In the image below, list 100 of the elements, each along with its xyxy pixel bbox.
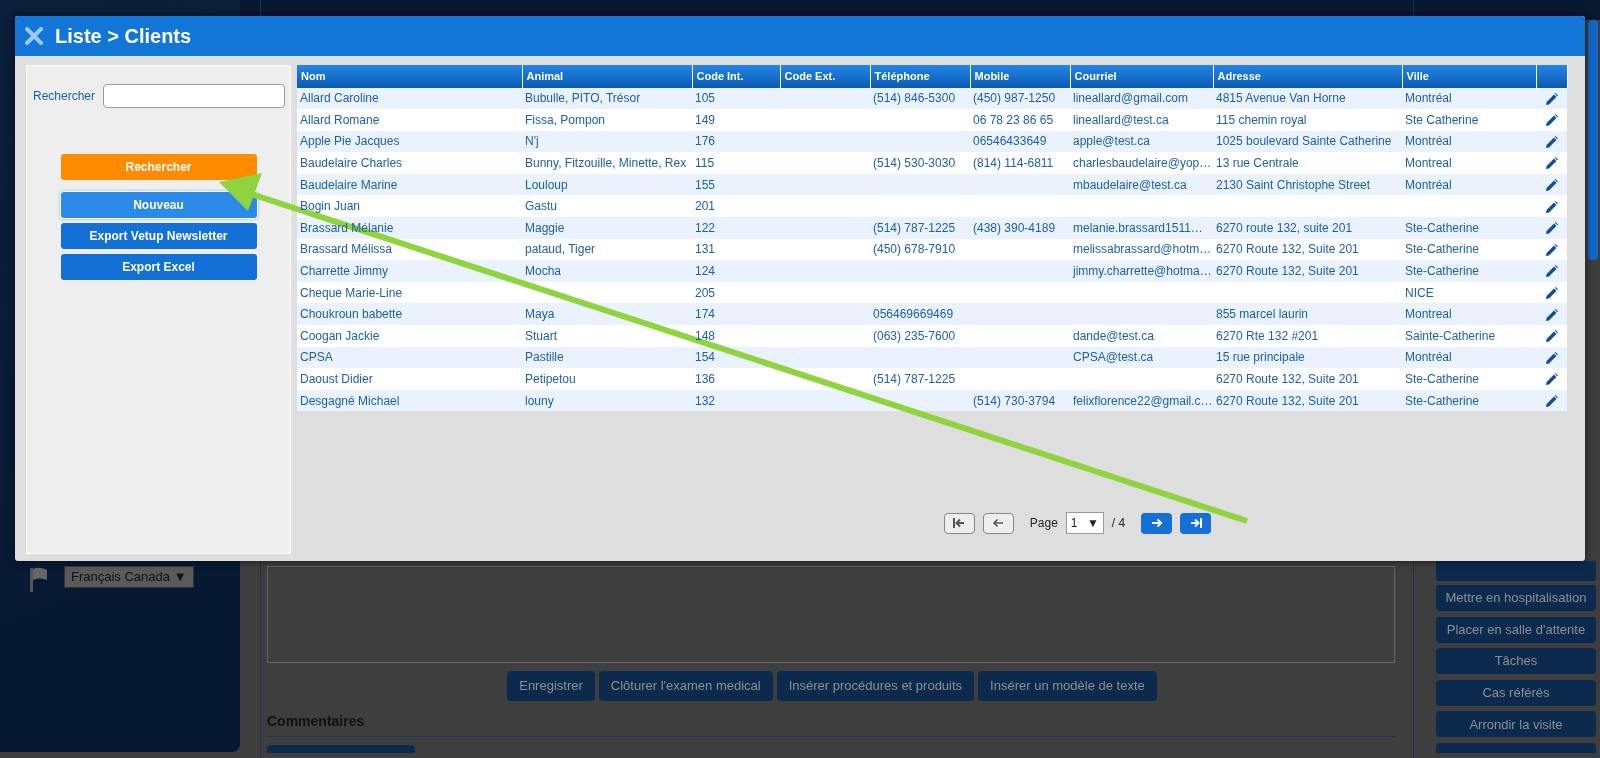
next-page-button[interactable] [1141,512,1173,534]
column-header[interactable]: Ville [1402,65,1536,88]
table-cell: 6270 Route 132, Suite 201 [1213,389,1402,412]
table-cell: 105 [692,87,780,110]
flag-icon [30,566,48,592]
last-page-button[interactable] [1180,512,1212,534]
page-total: / 4 [1111,515,1126,533]
table-cell: (814) 114-6811 [970,152,1070,174]
previous-page-button[interactable] [982,512,1014,534]
edit-icon[interactable] [1545,92,1558,106]
page-label: Page [1029,515,1058,533]
table-cell: (450) 678-7910 [870,238,970,261]
table-cell: 6270 Rte 132 #201 [1213,325,1402,347]
table-cell: 06 78 23 86 65 [970,109,1070,131]
edit-icon[interactable] [1545,394,1558,408]
table-cell: 176 [692,130,780,153]
edit-icon[interactable] [1545,243,1558,257]
side-button[interactable]: Cas référés [1436,679,1596,706]
table-cell: Allard Romane [297,109,522,131]
table-cell: 1025 boulevard Sainte Catherine [1213,130,1402,153]
table-cell: Pastille [522,346,692,369]
table-cell: Allard Caroline [297,87,522,110]
table-cell: 132 [692,389,780,412]
column-header[interactable]: Animal [522,65,692,88]
edit-icon[interactable] [1545,286,1558,300]
column-header[interactable]: Code Int. [692,65,780,88]
table-cell: Ste-Catherine [1402,368,1536,390]
table-cell: 855 marcel laurin [1213,303,1402,326]
edit-icon[interactable] [1545,330,1558,344]
right-arrow-icon [1150,518,1163,529]
column-header[interactable]: Courriel [1070,65,1213,88]
table-cell: (514) 530-3030 [870,152,970,174]
column-header[interactable]: Mobile [970,65,1070,88]
table-cell: dande@test.ca [1070,325,1213,347]
edit-icon[interactable] [1545,179,1558,192]
table-cell: 174 [692,303,780,326]
edit-icon[interactable] [1545,200,1558,214]
table-cell: Montreal [1402,152,1536,174]
search-field[interactable] [103,84,286,108]
table-cell: 15 rue principale [1213,346,1402,369]
column-header[interactable]: Adresse [1213,65,1402,88]
edit-icon[interactable] [1545,308,1558,322]
column-header[interactable]: Nom [297,65,522,88]
page-select[interactable]: 1 ▼ [1065,512,1104,535]
edit-icon[interactable] [1545,222,1558,236]
language-select[interactable]: Français Canada ▼ [64,566,194,588]
side-button[interactable]: Arrondir la visite [1436,711,1596,738]
table-cell: 6270 Route 132, Suite 201 [1213,260,1402,282]
last-page-icon [1189,518,1202,529]
table-cell: 4815 Avenue Van Horne [1213,87,1402,110]
column-header[interactable]: Code Ext. [780,65,870,88]
table-cell: NICE [1402,281,1536,304]
table-cell: louny [522,389,692,412]
form-button[interactable]: Insérer procédures et produits [776,671,975,701]
form-button[interactable]: Insérer un modèle de texte [978,671,1157,701]
table-cell: Petipetou [522,368,692,390]
table-cell: Baudelaire Charles [297,152,522,174]
scrollbar[interactable] [1588,20,1598,260]
form-button[interactable]: Enregistrer [507,671,595,701]
table-cell: 124 [692,260,780,282]
table-cell: 201 [692,195,780,218]
action-button[interactable]: Export Excel [60,254,257,280]
left-arrow-icon [992,518,1005,529]
table-cell: Apple Pie Jacques [297,130,522,153]
table-cell: Bogin Juan [297,195,522,218]
action-button[interactable]: Nouveau [60,192,257,218]
column-header[interactable]: Téléphone [870,65,970,88]
side-button[interactable]: Tâches [1436,648,1596,675]
table-cell: 2130 Saint Christophe Street [1213,173,1402,196]
edit-icon[interactable] [1545,114,1558,128]
form-button[interactable]: Clôturer l'examen medical [598,671,773,701]
edit-icon[interactable] [1545,265,1558,279]
table-cell: Brassard Mélissa [297,238,522,261]
table-cell: (514) 787-1225 [870,217,970,239]
table-cell: Stuart [522,325,692,347]
table-cell: Louloup [522,173,692,196]
table-cell: Fissa, Pompon [522,109,692,131]
edit-icon[interactable] [1545,351,1558,365]
side-button[interactable]: Placer en salle d'attente [1436,616,1596,643]
table-cell: jimmy.charrette@hotma… [1070,260,1213,282]
table-cell: 6270 Route 132, Suite 201 [1213,368,1402,390]
table-cell: charlesbaudelaire@yop… [1070,152,1213,174]
table-cell: Maya [522,303,692,326]
table-cell: Maggie [522,217,692,239]
table-cell: 06546433649 [970,130,1070,153]
action-button[interactable]: Export Vetup Newsletter [60,223,257,249]
table-cell: Charrette Jimmy [297,260,522,282]
edit-icon[interactable] [1545,135,1558,149]
close-icon[interactable] [25,27,43,45]
table-cell: Coogan Jackie [297,325,522,347]
first-page-button[interactable] [943,512,975,534]
table-cell: melissabrassard@hotm… [1070,238,1213,261]
edit-icon[interactable] [1545,373,1558,387]
table-cell: Bubulle, PITO, Trésor [522,87,692,110]
table-cell: 155 [692,173,780,196]
table-cell: Sainte-Catherine [1402,325,1536,347]
edit-icon[interactable] [1545,157,1558,171]
table-cell: melanie.brassard1511… [1070,217,1213,239]
table-cell: pataud, Tiger [522,238,692,261]
side-button[interactable]: Mettre en hospitalisation [1436,585,1596,611]
